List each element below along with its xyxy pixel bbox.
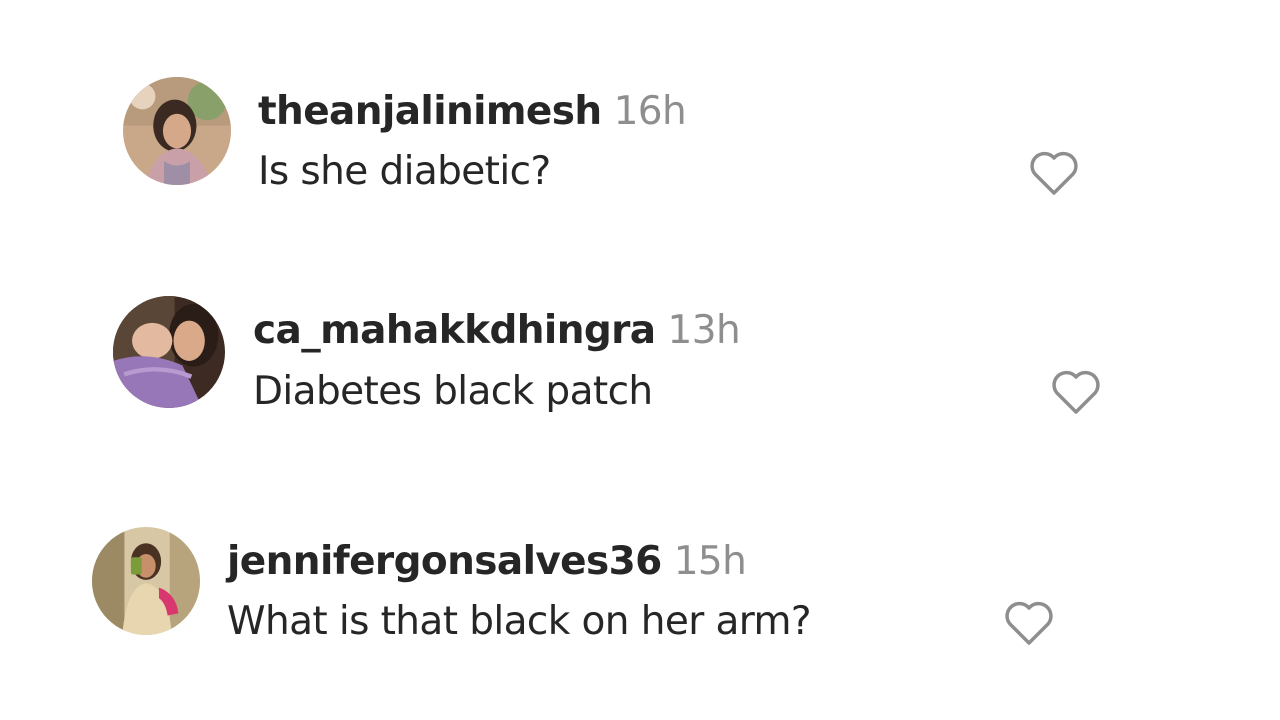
comment-text: Diabetes black patch [253,369,653,414]
comment-item: jennifergonsalves36 15h What is that blac… [0,0,1280,645]
user-avatar[interactable] [113,296,225,408]
comment-timestamp[interactable]: 15h [674,539,747,584]
avatar-photo [113,296,225,408]
heart-outline-icon[interactable] [1049,367,1103,417]
comment-text: What is that black on her arm? [227,599,812,644]
heart-outline-icon[interactable] [1027,148,1081,198]
comment-text: Is she diabetic? [258,149,551,194]
comment-username[interactable]: ca_mahakkdhingra [253,308,656,353]
heart-outline-icon[interactable] [1002,598,1056,648]
comment-timestamp[interactable]: 13h [668,308,741,353]
comment-username[interactable]: jennifergonsalves36 [227,539,662,584]
avatar-photo [92,527,200,635]
comment-header: ca_mahakkdhingra 13h [253,308,741,353]
comment-header: jennifergonsalves36 15h [227,539,747,584]
user-avatar[interactable] [92,527,200,635]
